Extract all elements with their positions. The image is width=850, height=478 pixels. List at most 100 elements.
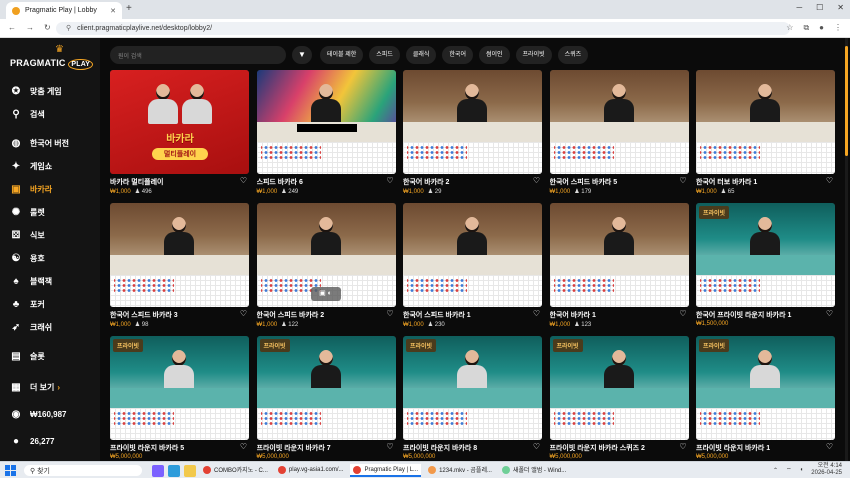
game-thumbnail[interactable]: 프라이빗 (110, 336, 249, 440)
scrollbar[interactable] (845, 38, 848, 461)
game-card[interactable]: 한국어 스피드 바카라 3 ♡ ₩1,000 ♟ 98 (110, 203, 249, 329)
game-card[interactable]: 한국어 터보 바카라 1 ♡ ₩1,000 ♟ 65 (696, 70, 835, 196)
taskbar-app[interactable]: play.vg-asia1.com/... (275, 464, 347, 477)
sidebar-item[interactable]: ▤ 슬롯 (0, 345, 100, 368)
game-card[interactable]: 프라이빗 프라이빗 라운지 바카라 8 ♡ ₩5,000,000 (403, 336, 542, 461)
game-thumbnail[interactable]: 프라이빗 (696, 336, 835, 440)
file-explorer-icon[interactable] (184, 464, 196, 477)
widgets-icon[interactable] (152, 464, 164, 477)
game-card[interactable]: 프라이빗 한국어 프라이빗 라운지 바카라 1 ♡ ₩1,500,000 (696, 203, 835, 329)
sidebar-item[interactable]: ♠ 블랙잭 (0, 270, 100, 293)
sidebar-item[interactable]: ▣ 바카라 (0, 178, 100, 201)
sidebar-item[interactable]: ✦ 게임쇼 (0, 155, 100, 178)
sidebar-item[interactable]: ☯ 용호 (0, 247, 100, 270)
game-card[interactable]: 한국어 바카라 2 ♡ ₩1,000 ♟ 29 (403, 70, 542, 196)
back-icon[interactable]: ← (8, 23, 16, 32)
game-card[interactable]: 한국어 바카라 1 ♡ ₩1,000 ♟ 123 (549, 203, 689, 329)
bookmark-star-icon[interactable]: ☆ (786, 23, 793, 33)
game-thumbnail[interactable] (549, 70, 689, 174)
favorite-heart-icon[interactable]: ♡ (533, 442, 540, 451)
volume-icon[interactable]: ◖ (800, 467, 804, 473)
sidebar-item[interactable]: ⚄ 식보 (0, 224, 100, 247)
taskbar-search[interactable]: ⚲ 찾기 (24, 465, 142, 476)
maximize-icon[interactable]: ☐ (816, 3, 823, 12)
game-card[interactable]: 프라이빗 프라이빗 라운지 바카라 스퀴즈 2 ♡ ₩5,000,000 (549, 336, 689, 461)
favorite-heart-icon[interactable]: ♡ (533, 309, 540, 318)
game-thumbnail[interactable]: 바카라 멀티플레이 (110, 70, 249, 174)
player-count[interactable]: ● 26,277 (0, 428, 100, 455)
favorite-heart-icon[interactable]: ♡ (679, 442, 686, 451)
sidebar-item[interactable]: ⚲ 검색 (0, 103, 100, 126)
taskbar-app[interactable]: 새폴더 앨범 - Wind... (499, 464, 569, 477)
more-button[interactable]: ▦ 더 보기 › (0, 374, 100, 401)
filter-icon[interactable]: ▼ (292, 46, 312, 64)
search-input[interactable]: 원이 검색 (110, 46, 286, 64)
game-card[interactable]: 한국어 스피드 바카라 5 ♡ ₩1,000 ♟ 179 (549, 70, 689, 196)
taskbar-app[interactable]: 1234.mkv - 곰플레... (425, 464, 495, 477)
game-card[interactable]: 프라이빗 프라이빗 라운지 바카라 1 ♡ ₩5,000,000 (696, 336, 835, 461)
game-thumbnail[interactable]: 프라이빗 (549, 336, 689, 440)
favorite-heart-icon[interactable]: ♡ (826, 442, 833, 451)
extensions-icon[interactable]: ⧉ (803, 23, 809, 33)
favorite-heart-icon[interactable]: ♡ (386, 176, 393, 185)
game-thumbnail[interactable]: 프라이빗 (403, 336, 542, 440)
site-info-icon[interactable]: ⚲ (66, 25, 71, 32)
favorite-heart-icon[interactable]: ♡ (240, 442, 247, 451)
forward-icon[interactable]: → (26, 23, 34, 32)
brand-logo[interactable]: ♛ PRAGMATIC PLAY (10, 44, 94, 74)
favorite-heart-icon[interactable]: ♡ (386, 442, 393, 451)
favorite-heart-icon[interactable]: ♡ (826, 176, 833, 185)
sidebar-item[interactable]: ♣ 포커 (0, 293, 100, 316)
game-card[interactable]: 프라이빗 프라이빗 라운지 바카라 5 ♡ ₩5,000,000 (110, 336, 249, 461)
game-thumbnail[interactable] (110, 203, 249, 307)
favorite-heart-icon[interactable]: ♡ (386, 309, 393, 318)
game-card[interactable]: ▣ ◐ 한국어 스피드 바카라 2 ♡ ₩1,000 ♟ 122 (256, 203, 396, 329)
favorite-heart-icon[interactable]: ♡ (826, 309, 833, 318)
game-thumbnail[interactable] (403, 203, 542, 307)
favorite-heart-icon[interactable]: ♡ (679, 309, 686, 318)
filter-chip[interactable]: 클래식 (405, 46, 437, 64)
new-tab-button[interactable]: + (126, 3, 132, 14)
filter-chip[interactable]: 썸이인 (478, 46, 510, 64)
filter-chip[interactable]: 테이블 제한 (320, 46, 364, 64)
close-tab-icon[interactable]: ✕ (110, 7, 116, 15)
game-thumbnail[interactable] (403, 70, 542, 174)
profile-icon[interactable]: ● (819, 23, 824, 33)
video-toggle-icon[interactable]: ▣ ◐ (310, 287, 341, 301)
close-window-icon[interactable]: ✕ (837, 3, 844, 12)
game-card[interactable]: 한국어 스피드 바카라 1 ♡ ₩1,000 ♟ 230 (403, 203, 542, 329)
filter-chip[interactable]: 스퀴즈 (557, 46, 589, 64)
game-thumbnail[interactable]: 프라이빗 (256, 336, 396, 440)
game-thumbnail[interactable]: 프라이빗 (696, 203, 835, 307)
taskbar-app[interactable]: Pragmatic Play | L... (350, 464, 422, 477)
sidebar-item[interactable]: ✪ 맞춤 게임 (0, 80, 100, 103)
filter-chip[interactable]: 프라이빗 (515, 46, 552, 64)
task-view-icon[interactable] (168, 464, 180, 477)
menu-icon[interactable]: ⋮ (834, 23, 842, 33)
sidebar-item[interactable]: ➶ 크래쉬 (0, 316, 100, 339)
game-thumbnail[interactable] (549, 203, 689, 307)
game-thumbnail[interactable]: ▣ ◐ (256, 203, 396, 307)
browser-tab[interactable]: Pragmatic Play | Lobby ✕ (6, 2, 122, 19)
address-bar[interactable]: ⚲ client.pragmaticplaylive.net/desktop/l… (56, 22, 790, 35)
game-thumbnail[interactable] (256, 70, 396, 174)
favorite-heart-icon[interactable]: ♡ (533, 176, 540, 185)
favorite-heart-icon[interactable]: ♡ (240, 309, 247, 318)
filter-chip[interactable]: 스피드 (369, 46, 400, 64)
sidebar-item[interactable]: ◍ 한국어 버전 (0, 132, 100, 155)
filter-chip[interactable]: 한국어 (442, 46, 473, 64)
sidebar-item[interactable]: ✺ 룰렛 (0, 201, 100, 224)
game-card[interactable]: 바카라 멀티플레이 바카라 멀티플레이 ♡ ₩1,000 ♟ 496 (110, 70, 249, 196)
taskbar-app[interactable]: COMBO카지노 - C... (200, 464, 271, 477)
clock[interactable]: 오전 4:14 2026-04-25 (811, 463, 842, 477)
game-thumbnail[interactable] (696, 70, 835, 174)
minimize-icon[interactable]: ─ (796, 3, 802, 12)
network-icon[interactable]: ⌔ (786, 466, 792, 474)
start-button[interactable] (5, 465, 16, 476)
tray-chevron-icon[interactable]: ⌃ (773, 467, 778, 474)
reload-icon[interactable]: ↻ (44, 23, 51, 32)
favorite-heart-icon[interactable]: ♡ (240, 176, 247, 185)
game-card[interactable]: 스피드 바카라 6 ♡ ₩1,000 ♟ 249 (256, 70, 396, 196)
scrollbar-thumb[interactable] (845, 46, 848, 156)
game-card[interactable]: 프라이빗 프라이빗 라운지 바카라 7 ♡ ₩5,000,000 (256, 336, 396, 461)
